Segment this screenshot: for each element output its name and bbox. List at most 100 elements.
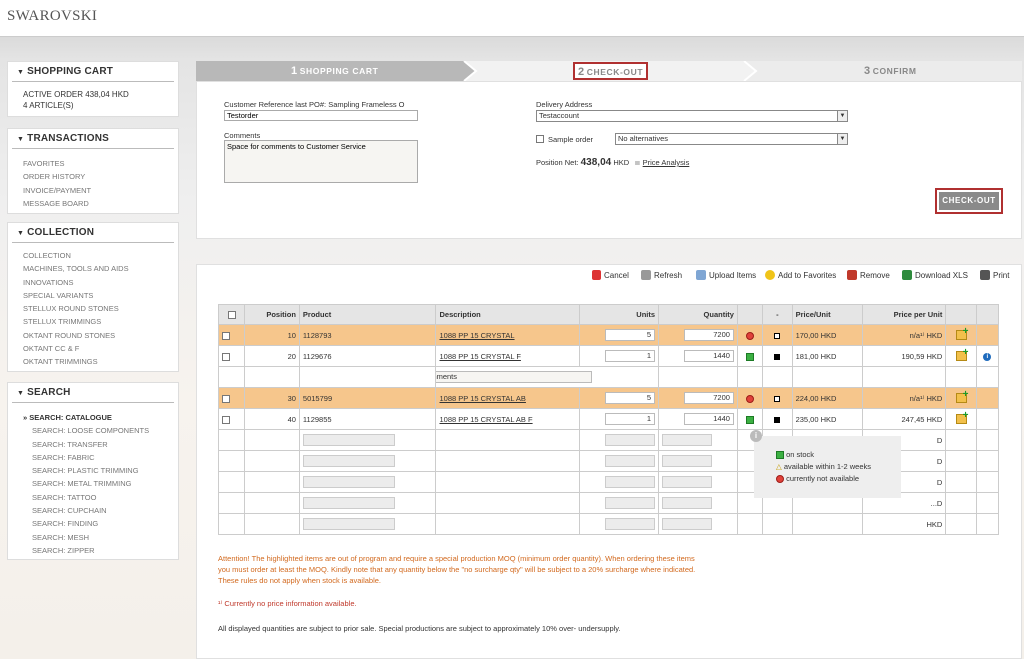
transactions-title[interactable]: ▼ TRANSACTIONS xyxy=(12,129,174,149)
column-header[interactable]: Price/Unit xyxy=(791,304,864,325)
refresh-button[interactable]: Refresh xyxy=(641,270,682,282)
quantity-input[interactable] xyxy=(662,497,713,509)
price-analysis-link[interactable]: Price Analysis xyxy=(643,158,690,167)
add-to-favorites-icon[interactable] xyxy=(955,347,969,361)
row-description-link[interactable]: 1088 PP 15 CRYSTAL xyxy=(439,331,514,340)
sidebar-item-search-fabric[interactable]: SEARCH: FABRIC xyxy=(8,451,178,464)
sidebar-item-order-history[interactable]: ORDER HISTORY xyxy=(8,170,178,183)
column-header[interactable]: Units xyxy=(579,304,660,325)
line-comment-input[interactable]: Space for line comments xyxy=(436,371,593,383)
units-input[interactable] xyxy=(605,518,656,530)
units-input[interactable] xyxy=(605,434,656,446)
row-product: 1128793 xyxy=(298,324,437,346)
info-icon[interactable]: i xyxy=(983,353,992,361)
sidebar-item-search-finding[interactable]: SEARCH: FINDING xyxy=(8,517,178,530)
sidebar-item-search-metal[interactable]: SEARCH: METAL TRIMMING xyxy=(8,477,178,490)
row-checkbox[interactable] xyxy=(222,352,230,361)
step-check-out: 2 CHECK-OUT xyxy=(573,62,649,80)
position-net-value: 438,04 xyxy=(580,157,612,168)
sidebar-item-oktant-cc-f[interactable]: OKTANT CC & F xyxy=(8,342,178,355)
product-input[interactable] xyxy=(302,455,395,467)
quantity-input[interactable] xyxy=(662,455,713,467)
sidebar-item-oktant-trimmings[interactable]: OKTANT TRIMMINGS xyxy=(8,355,178,368)
sample-order-checkbox[interactable] xyxy=(536,135,544,143)
delivery-address-select[interactable]: Testaccount ▼ xyxy=(536,110,848,122)
sidebar-item-stellux-trimmings[interactable]: STELLUX TRIMMINGS xyxy=(8,315,178,328)
units-input[interactable]: 5 xyxy=(605,392,656,404)
download-xls-button[interactable]: Download XLS xyxy=(902,270,968,282)
quantity-input[interactable] xyxy=(662,434,713,446)
document-icon: ≣ xyxy=(634,158,641,167)
quantity-input[interactable]: 1440 xyxy=(683,350,734,362)
sidebar-item-message-board[interactable]: MESSAGE BOARD xyxy=(8,197,178,210)
swarovski-logo[interactable]: SWAROVSKI xyxy=(7,8,97,25)
select-all-checkbox[interactable] xyxy=(227,311,236,319)
quantity-input[interactable] xyxy=(662,518,713,530)
units-input[interactable] xyxy=(605,476,656,488)
quantity-input[interactable]: 7200 xyxy=(683,329,734,341)
checkout-button[interactable]: CHECK-OUT xyxy=(935,188,1003,214)
cancel-button[interactable]: Cancel xyxy=(592,270,629,282)
column-header[interactable]: Position xyxy=(244,304,300,325)
sidebar-item-favorites[interactable]: FAVORITES xyxy=(8,157,178,170)
row-checkbox[interactable] xyxy=(222,415,230,424)
sidebar-item-innovations[interactable]: INNOVATIONS xyxy=(8,276,178,289)
sidebar-item-search-tattoo[interactable]: SEARCH: TATTOO xyxy=(8,491,178,504)
add-to-favorites-icon[interactable] xyxy=(955,410,969,424)
add-to-favorites-icon[interactable] xyxy=(955,326,969,340)
sidebar-item-special-variants[interactable]: SPECIAL VARIANTS xyxy=(8,289,178,302)
add-to-favorites-button[interactable]: Add to Favorites xyxy=(765,270,836,282)
comments-textarea[interactable]: Space for comments to Customer Service xyxy=(224,140,418,183)
units-input[interactable] xyxy=(605,455,656,467)
row-checkbox[interactable] xyxy=(222,394,230,403)
units-input[interactable] xyxy=(605,497,656,509)
print-button[interactable]: Print xyxy=(980,270,1009,282)
quantity-input[interactable] xyxy=(662,476,713,488)
row-description-link[interactable]: 1088 PP 15 CRYSTAL F xyxy=(439,352,520,361)
sidebar-item-search-plastic[interactable]: SEARCH: PLASTIC TRIMMING xyxy=(8,464,178,477)
column-header[interactable]: Product xyxy=(298,304,437,325)
sidebar-item-search-catalogue[interactable]: » SEARCH: CATALOGUE xyxy=(8,411,178,424)
column-header[interactable]: Quantity xyxy=(658,304,738,325)
sidebar-item-search-mesh[interactable]: SEARCH: MESH xyxy=(8,531,178,544)
units-input[interactable]: 5 xyxy=(605,329,656,341)
active-order[interactable]: ACTIVE ORDER 438,04 HKD xyxy=(8,89,178,100)
product-input[interactable] xyxy=(302,476,395,488)
product-input[interactable] xyxy=(302,497,395,509)
sidebar-item-search-zipper[interactable]: SEARCH: ZIPPER xyxy=(8,544,178,557)
row-description-link[interactable]: 1088 PP 15 CRYSTAL AB F xyxy=(439,415,532,424)
column-header[interactable]: Description xyxy=(435,304,581,325)
comments-label: Comments xyxy=(224,131,261,140)
upload-items-button[interactable]: Upload Items xyxy=(696,270,756,282)
table-row: 30 5015799 1088 PP 15 CRYSTAL AB 5 7200 … xyxy=(217,387,1000,409)
units-input[interactable]: 1 xyxy=(605,350,656,362)
sidebar-item-search-cupchain[interactable]: SEARCH: CUPCHAIN xyxy=(8,504,178,517)
sidebar-item-machines-tools[interactable]: MACHINES, TOOLS AND AIDS xyxy=(8,262,178,275)
quantity-input[interactable]: 1440 xyxy=(683,413,734,425)
sidebar-item-stellux-round-stones[interactable]: STELLUX ROUND STONES xyxy=(8,302,178,315)
row-price-unit: 181,00 HKD xyxy=(791,345,864,367)
alternatives-select[interactable]: No alternatives ▼ xyxy=(615,133,848,145)
collection-title[interactable]: ▼ COLLECTION xyxy=(12,223,174,243)
sidebar-item-collection[interactable]: COLLECTION xyxy=(8,249,178,262)
shopping-cart-title[interactable]: ▼ SHOPPING CART xyxy=(12,62,174,82)
product-input[interactable] xyxy=(302,518,395,530)
column-header xyxy=(945,304,977,325)
sidebar-item-invoice-payment[interactable]: INVOICE/PAYMENT xyxy=(8,184,178,197)
sidebar-item-search-loose[interactable]: SEARCH: LOOSE COMPONENTS xyxy=(8,424,178,437)
row-checkbox[interactable] xyxy=(222,331,230,340)
search-title[interactable]: ▼ SEARCH xyxy=(12,383,174,403)
customer-ref-input[interactable]: Testorder xyxy=(224,110,418,121)
column-header[interactable]: Price per Unit xyxy=(862,304,947,325)
remove-button[interactable]: Remove xyxy=(847,270,890,282)
row-description-link[interactable]: 1088 PP 15 CRYSTAL AB xyxy=(439,394,525,403)
step-shopping-cart[interactable]: 1 SHOPPING CART xyxy=(291,61,378,81)
units-input[interactable]: 1 xyxy=(605,413,656,425)
quantity-input[interactable]: 7200 xyxy=(683,392,734,404)
step-confirm: 3 CONFIRM xyxy=(864,65,917,77)
sidebar-item-oktant-round-stones[interactable]: OKTANT ROUND STONES xyxy=(8,329,178,342)
product-input[interactable] xyxy=(302,434,395,446)
add-to-favorites-icon[interactable] xyxy=(955,389,969,403)
collapse-triangle-icon: ▼ xyxy=(17,230,25,237)
sidebar-item-search-transfer[interactable]: SEARCH: TRANSFER xyxy=(8,438,178,451)
